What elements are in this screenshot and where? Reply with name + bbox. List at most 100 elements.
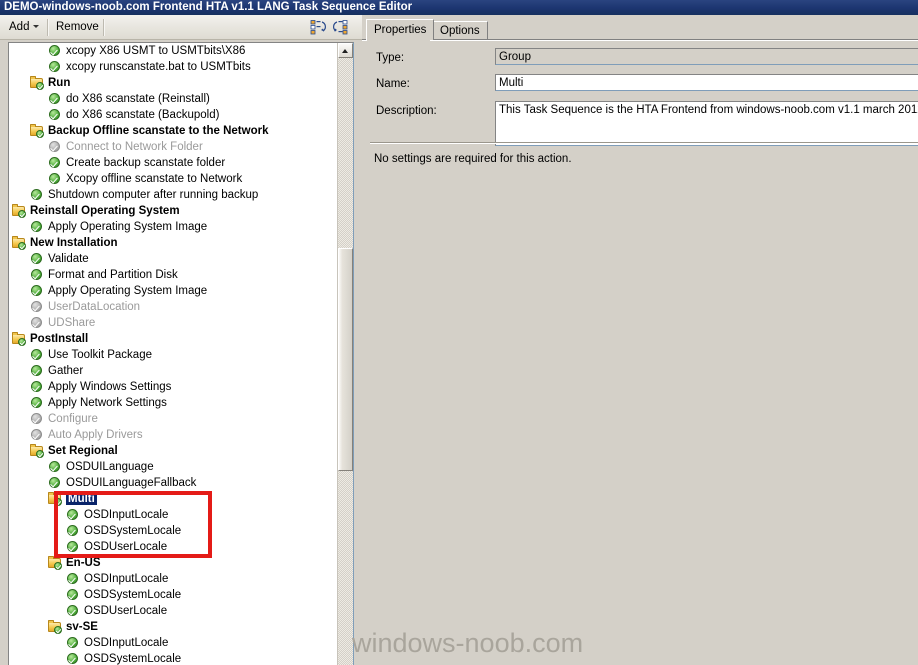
green-check-badge-icon bbox=[54, 626, 62, 634]
tree-item[interactable]: Configure bbox=[9, 411, 337, 427]
green-check-badge-icon bbox=[54, 498, 62, 506]
tree-item-label: Xcopy offline scanstate to Network bbox=[66, 173, 243, 185]
tree-item[interactable]: sv-SE bbox=[9, 619, 337, 635]
tree-item[interactable]: Apply Operating System Image bbox=[9, 219, 337, 235]
tree-item[interactable]: Multi bbox=[9, 491, 337, 507]
tab-underline-highlight bbox=[362, 40, 918, 41]
tree-item[interactable]: Backup Offline scanstate to the Network bbox=[9, 123, 337, 139]
tree-item[interactable]: Format and Partition Disk bbox=[9, 267, 337, 283]
tree-item[interactable]: OSDUILanguage bbox=[9, 459, 337, 475]
remove-button[interactable]: Remove bbox=[51, 18, 104, 37]
tree-item[interactable]: OSDUILanguageFallback bbox=[9, 475, 337, 491]
name-label: Name: bbox=[376, 78, 410, 90]
tree-item-label: Set Regional bbox=[48, 445, 118, 457]
green-check-icon bbox=[29, 187, 45, 203]
tree-item-label: Run bbox=[48, 77, 71, 89]
scroll-up-button[interactable] bbox=[338, 43, 353, 58]
green-check-icon bbox=[65, 507, 81, 523]
tree-item-label: Use Toolkit Package bbox=[48, 349, 152, 361]
tree-item[interactable]: Connect to Network Folder bbox=[9, 139, 337, 155]
tree-item-label: OSDInputLocale bbox=[84, 573, 169, 585]
tree-item[interactable]: OSDInputLocale bbox=[9, 635, 337, 651]
tree-item[interactable]: OSDSystemLocale bbox=[9, 587, 337, 603]
scrollbar-thumb[interactable] bbox=[338, 248, 353, 471]
tree-item[interactable]: New Installation bbox=[9, 235, 337, 251]
tree-item[interactable]: Validate bbox=[9, 251, 337, 267]
tree-item[interactable]: Auto Apply Drivers bbox=[9, 427, 337, 443]
tree-item[interactable]: OSDUserLocale bbox=[9, 539, 337, 555]
green-check-badge-icon bbox=[54, 562, 62, 570]
tree-item[interactable]: xcopy X86 USMT to USMTbits\X86 bbox=[9, 43, 337, 59]
green-check-badge-icon bbox=[36, 450, 44, 458]
tree-item[interactable]: Reinstall Operating System bbox=[9, 203, 337, 219]
tree-item[interactable]: UDShare bbox=[9, 315, 337, 331]
no-settings-note: No settings are required for this action… bbox=[374, 153, 572, 165]
tree-item-label: Connect to Network Folder bbox=[66, 141, 203, 153]
green-check-icon bbox=[29, 363, 45, 379]
green-check-icon bbox=[65, 651, 81, 665]
task-sequence-tree-pane: Add Remove xcopy X86 USMT to USMTbits\X8… bbox=[0, 15, 362, 665]
description-input[interactable]: This Task Sequence is the HTA Frontend f… bbox=[495, 101, 918, 146]
toolbar-separator-1 bbox=[47, 19, 49, 36]
tree-item[interactable]: Xcopy offline scanstate to Network bbox=[9, 171, 337, 187]
green-check-icon bbox=[29, 251, 45, 267]
tree-item[interactable]: Set Regional bbox=[9, 443, 337, 459]
tree-item[interactable]: Apply Operating System Image bbox=[9, 283, 337, 299]
tree-item[interactable]: xcopy runscanstate.bat to USMTbits bbox=[9, 59, 337, 75]
tree-item[interactable]: UserDataLocation bbox=[9, 299, 337, 315]
tree-item[interactable]: Run bbox=[9, 75, 337, 91]
tree-item-label: OSDInputLocale bbox=[84, 509, 169, 521]
tree-item[interactable]: Use Toolkit Package bbox=[9, 347, 337, 363]
tree-item[interactable]: En-US bbox=[9, 555, 337, 571]
tree-item[interactable]: OSDSystemLocale bbox=[9, 651, 337, 665]
tree-item-label: Apply Network Settings bbox=[48, 397, 167, 409]
tree-item[interactable]: OSDUserLocale bbox=[9, 603, 337, 619]
tree-vertical-scrollbar[interactable] bbox=[337, 43, 353, 665]
tree-item-label: New Installation bbox=[30, 237, 118, 249]
tree-item[interactable]: Create backup scanstate folder bbox=[9, 155, 337, 171]
tree-item[interactable]: Apply Network Settings bbox=[9, 395, 337, 411]
task-sequence-tree[interactable]: xcopy X86 USMT to USMTbits\X86 xcopy runs… bbox=[8, 42, 354, 665]
collapse-all-icon[interactable] bbox=[310, 19, 328, 36]
green-check-icon bbox=[47, 43, 63, 59]
watermark: windows-noob.com bbox=[352, 628, 584, 658]
tree-item-label: En-US bbox=[66, 557, 101, 569]
tab-properties[interactable]: Properties bbox=[366, 19, 435, 40]
folder-icon bbox=[11, 331, 27, 347]
tree-item[interactable]: OSDInputLocale bbox=[9, 571, 337, 587]
add-button[interactable]: Add bbox=[4, 18, 44, 37]
tree-item[interactable]: Apply Windows Settings bbox=[9, 379, 337, 395]
green-check-icon bbox=[47, 475, 63, 491]
triangle-up-icon bbox=[342, 49, 348, 53]
tree-item-label: Configure bbox=[48, 413, 98, 425]
green-check-icon bbox=[29, 219, 45, 235]
tree-item[interactable]: PostInstall bbox=[9, 331, 337, 347]
green-check-icon bbox=[65, 539, 81, 555]
tree-item[interactable]: Gather bbox=[9, 363, 337, 379]
name-input[interactable]: Multi bbox=[495, 74, 918, 91]
window-title-bar: DEMO-windows-noob.com Frontend HTA v1.1 … bbox=[0, 0, 918, 15]
folder-icon bbox=[11, 203, 27, 219]
gray-check-icon bbox=[29, 315, 45, 331]
folder-icon bbox=[29, 75, 45, 91]
tree-item-label: Apply Operating System Image bbox=[48, 221, 208, 233]
expand-all-icon[interactable] bbox=[332, 19, 350, 36]
green-check-icon bbox=[47, 171, 63, 187]
green-check-icon bbox=[65, 523, 81, 539]
tree-item[interactable]: OSDInputLocale bbox=[9, 507, 337, 523]
tree-item-label: Shutdown computer after running backup bbox=[48, 189, 259, 201]
green-check-icon bbox=[29, 395, 45, 411]
add-button-label: Add bbox=[9, 21, 30, 33]
tree-item[interactable]: do X86 scanstate (Backupold) bbox=[9, 107, 337, 123]
tree-item-label: OSDSystemLocale bbox=[84, 525, 182, 537]
tree-item[interactable]: do X86 scanstate (Reinstall) bbox=[9, 91, 337, 107]
green-check-icon bbox=[29, 283, 45, 299]
green-check-icon bbox=[29, 347, 45, 363]
tree-item-label: Gather bbox=[48, 365, 84, 377]
tree-item[interactable]: OSDSystemLocale bbox=[9, 523, 337, 539]
tree-item-label: PostInstall bbox=[30, 333, 89, 345]
tree-rows[interactable]: xcopy X86 USMT to USMTbits\X86 xcopy runs… bbox=[9, 43, 337, 665]
folder-icon bbox=[47, 491, 63, 507]
tree-item[interactable]: Shutdown computer after running backup bbox=[9, 187, 337, 203]
tab-options[interactable]: Options bbox=[432, 21, 488, 40]
